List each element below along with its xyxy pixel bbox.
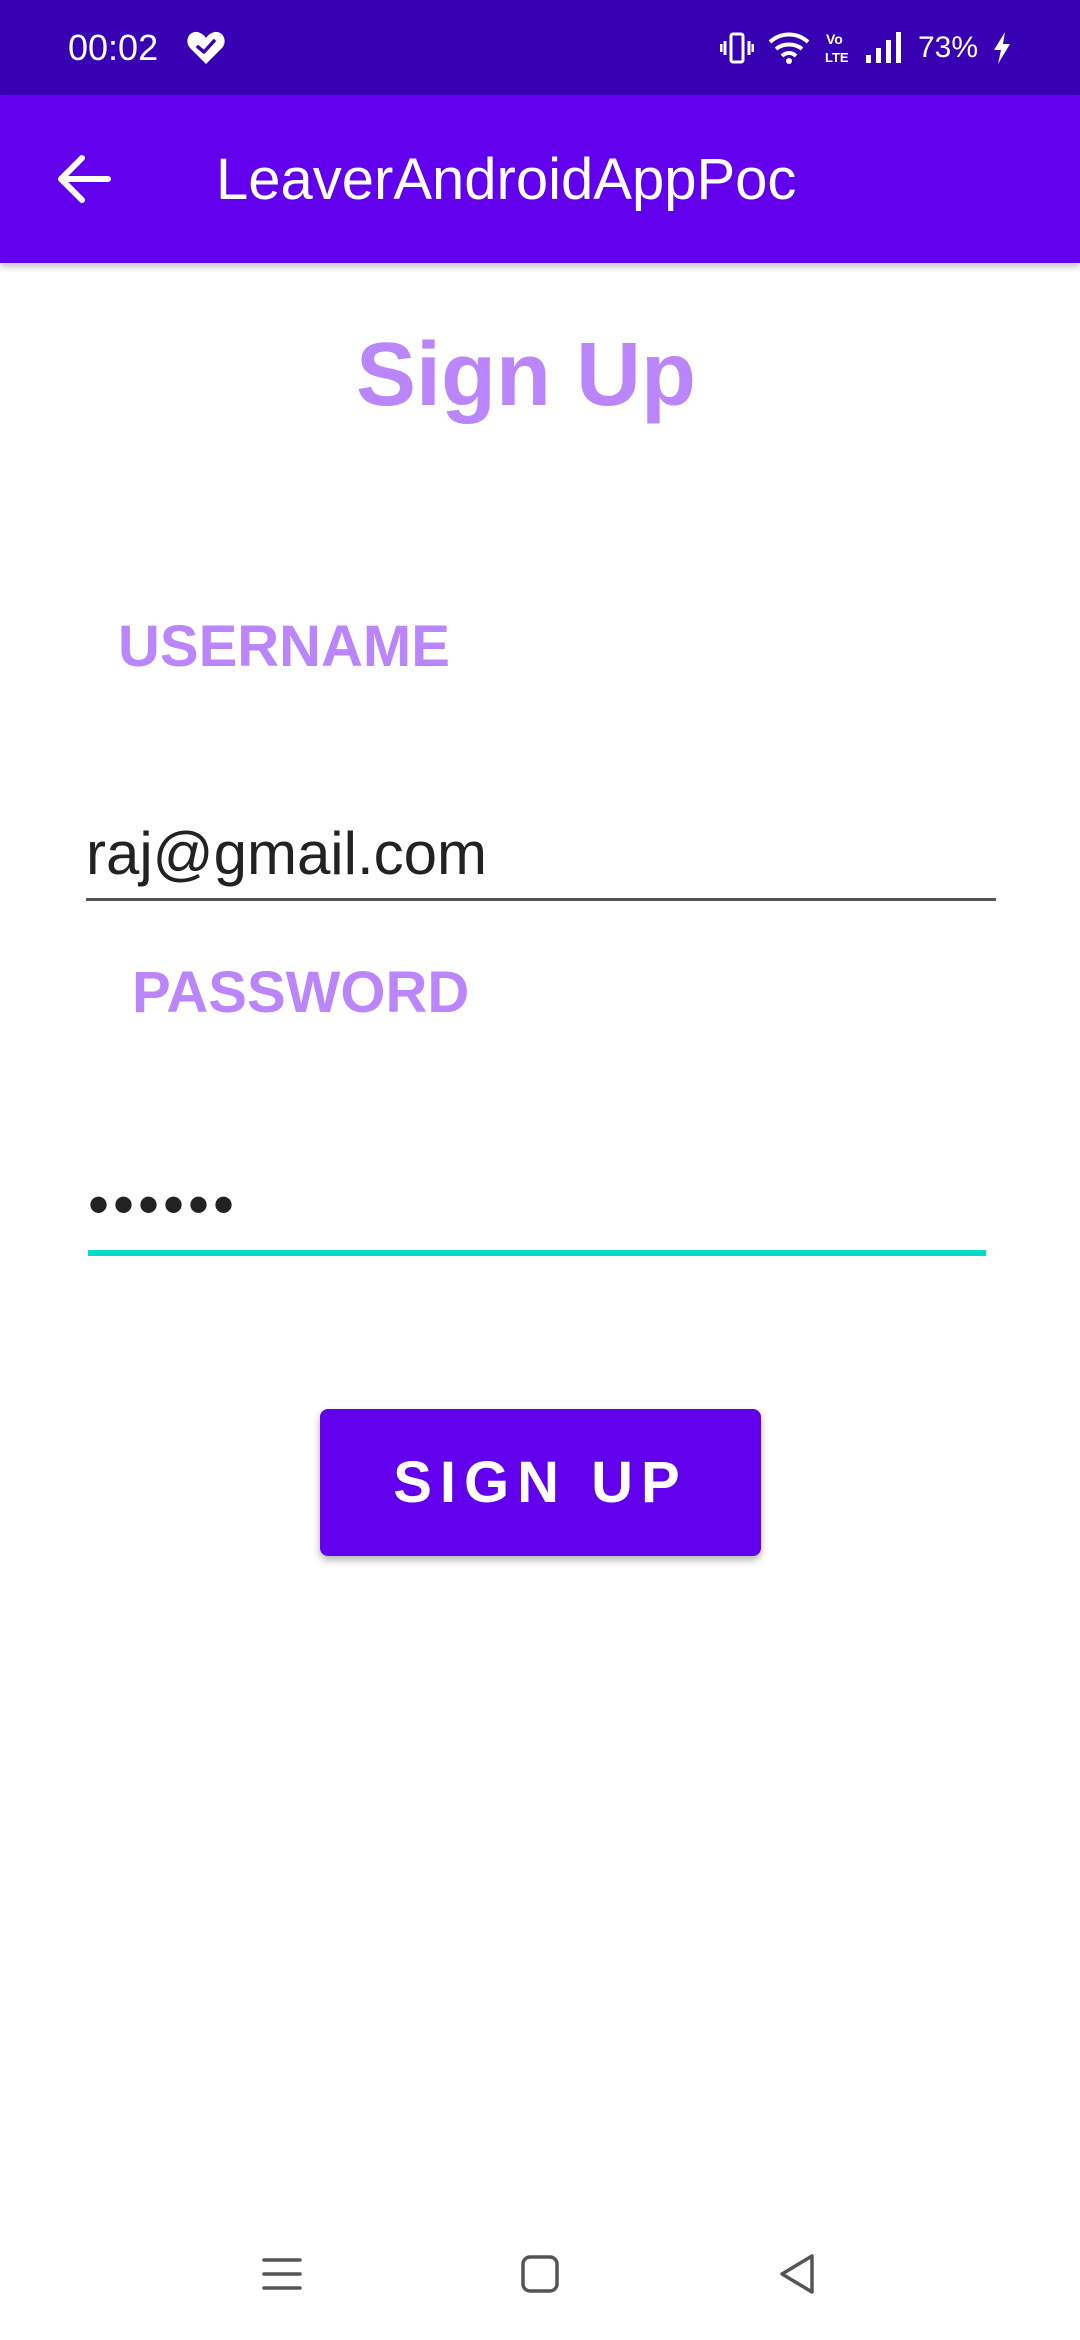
status-icons: Vo LTE 73%: [719, 24, 1012, 72]
navigation-bar: [0, 2210, 1080, 2340]
app-bar: LeaverAndroidAppPoc: [0, 95, 1080, 263]
svg-text:Vo: Vo: [826, 31, 843, 47]
volte-icon: Vo LTE: [825, 31, 849, 65]
app-title: LeaverAndroidAppPoc: [216, 147, 797, 212]
password-label: PASSWORD: [132, 960, 470, 1025]
home-icon[interactable]: [516, 2250, 564, 2298]
vibrate-icon: [719, 32, 754, 64]
back-icon[interactable]: [774, 2250, 822, 2298]
arrow-back-icon[interactable]: [56, 153, 112, 205]
status-bar: 00:02 Vo LTE 73%: [0, 0, 1080, 95]
battery-percentage: 73%: [917, 31, 978, 64]
charging-icon: [994, 32, 1010, 64]
password-input[interactable]: [88, 1158, 986, 1256]
status-time: 00:02: [68, 27, 159, 68]
menu-icon[interactable]: [258, 2250, 306, 2298]
username-input[interactable]: [86, 808, 996, 901]
wifi-icon: [768, 32, 810, 64]
username-label: USERNAME: [118, 614, 450, 679]
svg-text:LTE: LTE: [825, 50, 849, 65]
heart-check-icon: [187, 31, 225, 64]
sign-up-button[interactable]: SIGN UP: [320, 1409, 761, 1556]
page-title: Sign Up: [356, 325, 696, 425]
signal-icon: [865, 32, 901, 63]
